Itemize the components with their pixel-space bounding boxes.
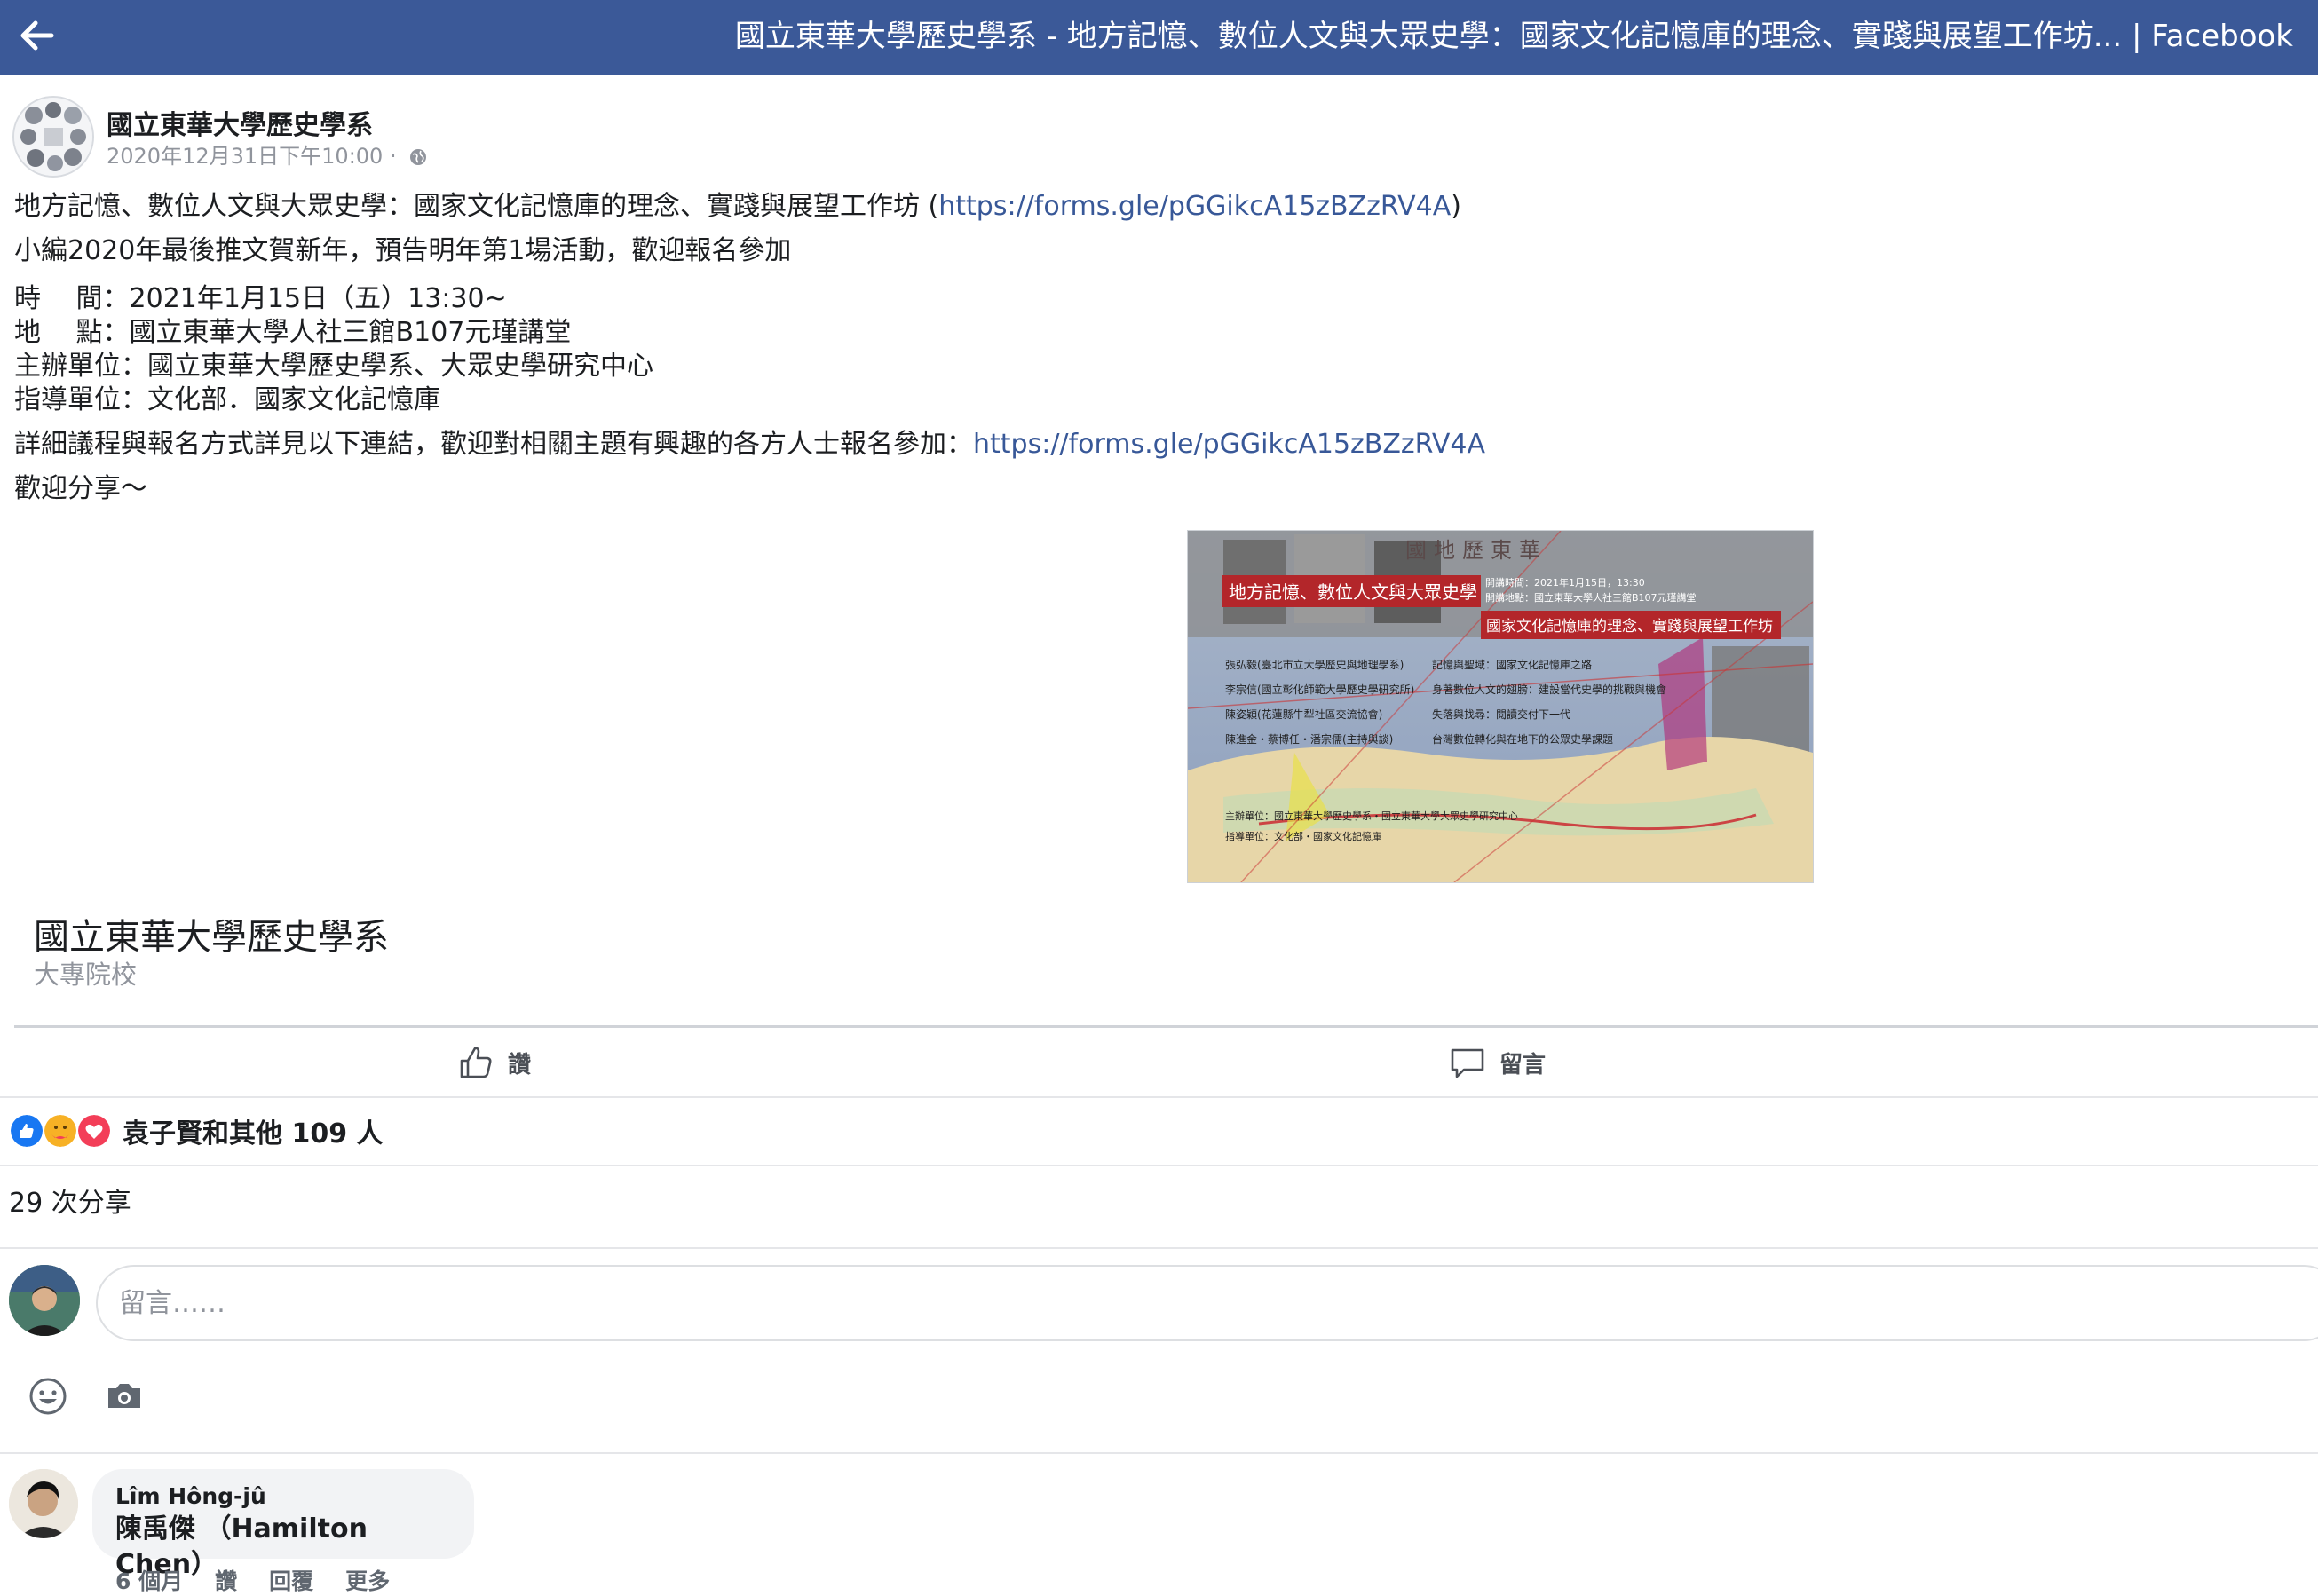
share-count[interactable]: 29 次分享 [9, 1181, 131, 1220]
globe-icon [410, 149, 427, 165]
care-reaction-icon [43, 1113, 78, 1149]
poster-speaker: 陳進金・蔡博任・潘宗儒(主持與談) [1225, 732, 1393, 746]
divider [14, 1025, 2318, 1028]
post-page-name[interactable]: 國立東華大學歷史學系 [107, 103, 373, 142]
event-place: 地 點：國立東華大學人社三館B107元瑾講堂 [14, 317, 572, 348]
poster-organizer: 主辦單位：國立東華大學歷史學系・國立東華大學大眾史學研究中心 [1225, 810, 1518, 822]
poster-date: 開講時間：2021年1月15日，13:30 [1485, 576, 1645, 589]
comment-button[interactable]: 留言 [1448, 1040, 1546, 1085]
poster-seal: 國地歷東華 [1405, 538, 1547, 563]
commenter-avatar[interactable] [9, 1469, 78, 1538]
post-line-greeting: 小編2020年最後推文賀新年，預告明年第1場活動，歡迎報名參加 [14, 235, 792, 266]
reactions-text: 袁子賢和其他 109 人 [123, 1118, 384, 1150]
comment-label: 留言 [1499, 1051, 1547, 1078]
event-advisor: 指導單位：文化部．國家文化記憶庫 [14, 384, 440, 415]
post-line-details: 詳細議程與報名方式詳見以下連結，歡迎對相關主題有興趣的各方人士報名參加：http… [14, 428, 2287, 462]
post-title-text: 地方記憶、數位人文與大眾史學：國家文化記憶庫的理念、實踐與展望工作坊 ( [14, 191, 939, 222]
current-user-avatar-image [9, 1265, 80, 1336]
post-timestamp[interactable]: 2020年12月31日下午10:00 · [107, 138, 428, 170]
poster-topic: 台灣數位轉化與在地下的公眾史學課題 [1432, 732, 1613, 746]
page-card-name[interactable]: 國立東華大學歷史學系 [34, 908, 389, 960]
love-reaction-icon [76, 1113, 112, 1149]
timestamp-text: 2020年12月31日下午10:00 · [107, 144, 397, 169]
page-card-category: 大專院校 [34, 960, 138, 990]
comment-author[interactable]: Lîm Hông-jû [115, 1481, 451, 1512]
poster-venue: 開講地點：國立東華大學人社三館B107元瑾講堂 [1485, 591, 1697, 604]
event-organizer: 主辦單位：國立東華大學歷史學系、大眾史學研究中心 [14, 351, 653, 382]
commenter-avatar-image [9, 1469, 78, 1538]
poster-topic: 身著數位人文的翅膀：建設當代史學的挑戰與機會 [1432, 683, 1666, 696]
post-title-close: ) [1451, 191, 1461, 222]
divider [0, 1165, 2318, 1166]
page-avatar[interactable] [12, 96, 94, 178]
post-line-title: 地方記憶、數位人文與大眾史學：國家文化記憶庫的理念、實踐與展望工作坊 (http… [14, 190, 2287, 224]
poster-topic: 失落與找尋：閱讀交付下一代 [1432, 707, 1570, 721]
page-avatar-image [14, 98, 92, 176]
event-poster-image[interactable]: 國地歷東華 地方記憶、數位人文與大眾史學 開講時間：2021年1月15日，13:… [1187, 530, 1814, 883]
comment-input[interactable] [96, 1265, 2318, 1341]
poster-speaker: 李宗信(國立彰化師範大學歷史學研究所) [1225, 683, 1414, 696]
divider [0, 1096, 2318, 1098]
poster-title-main: 地方記憶、數位人文與大眾史學 [1229, 581, 1477, 603]
window-title: 國立東華大學歷史學系 - 地方記憶、數位人文與大眾史學：國家文化記憶庫的理念、實… [734, 19, 2293, 54]
post-line-share: 歡迎分享～ [14, 473, 147, 504]
details-text: 詳細議程與報名方式詳見以下連結，歡迎對相關主題有興趣的各方人士報名參加： [14, 429, 973, 460]
camera-icon[interactable] [103, 1375, 146, 1418]
top-bar: 國立東華大學歷史學系 - 地方記憶、數位人文與大眾史學：國家文化記憶庫的理念、實… [0, 0, 2318, 75]
poster-advisor: 指導單位：文化部・國家文化記憶庫 [1225, 830, 1381, 842]
divider [0, 1247, 2318, 1249]
like-button[interactable]: 讚 [456, 1040, 531, 1085]
current-user-avatar [9, 1265, 80, 1336]
like-label: 讚 [508, 1051, 532, 1078]
details-link[interactable]: https://forms.gle/pGGikcA15zBZzRV4A [973, 429, 1485, 460]
post-body: 地方記憶、數位人文與大眾史學：國家文化記憶庫的理念、實踐與展望工作坊 (http… [14, 190, 2287, 506]
comment-bubble: Lîm Hông-jû 陳禹傑 （Hamilton Chen） [92, 1469, 474, 1580]
poster-title-sub: 國家文化記憶庫的理念、實踐與展望工作坊 [1486, 617, 1773, 636]
back-arrow-icon[interactable] [12, 11, 62, 60]
event-poster: 國地歷東華 地方記憶、數位人文與大眾史學 開講時間：2021年1月15日，13:… [1188, 531, 1813, 882]
poster-speaker: 陳姿穎(花蓮縣牛犁社區交流協會) [1225, 707, 1382, 721]
poster-speaker: 張弘毅(臺北市立大學歷史與地理學系) [1225, 658, 1404, 671]
thumbs-up-icon [460, 1047, 492, 1078]
emoji-icon[interactable] [27, 1375, 69, 1418]
like-reaction-icon [9, 1113, 44, 1149]
registration-link[interactable]: https://forms.gle/pGGikcA15zBZzRV4A [938, 191, 1451, 222]
divider [0, 1452, 2318, 1454]
event-time: 時 間：2021年1月15日（五）13:30~ [14, 283, 507, 314]
poster-topic: 記憶與聖域：國家文化記憶庫之路 [1432, 658, 1592, 671]
reactions-summary[interactable]: 袁子賢和其他 109 人 [9, 1111, 384, 1150]
comment-bubble-icon [1451, 1048, 1484, 1078]
